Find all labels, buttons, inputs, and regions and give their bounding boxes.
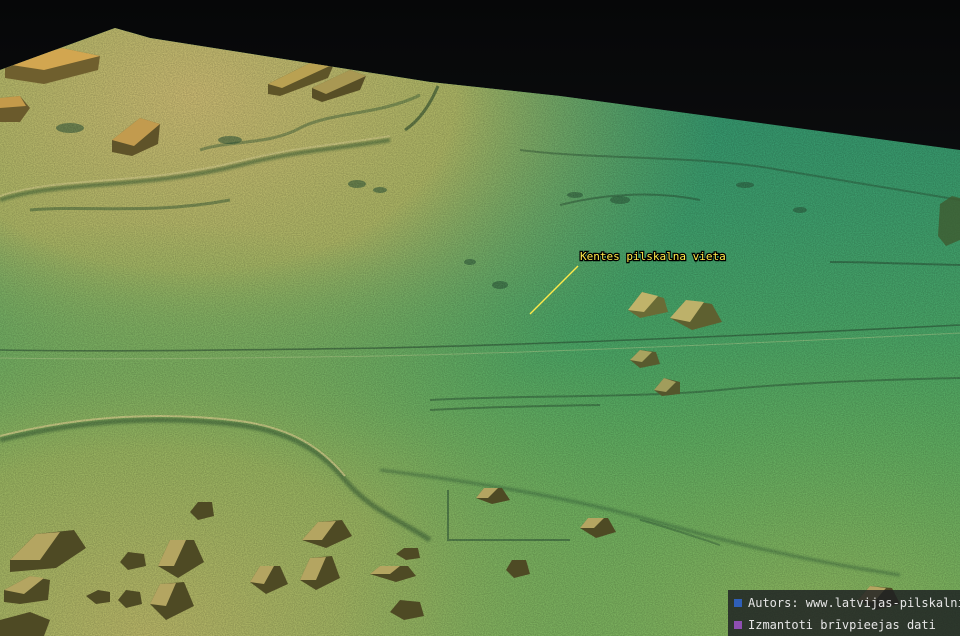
attribution-author: Autors: www.latvijas-pilskalni.lv [728,592,960,614]
author-text: Autors: www.latvijas-pilskalni.lv [748,596,960,610]
attribution-panel: Autors: www.latvijas-pilskalni.lv Izmant… [728,590,960,636]
site-label: Kentes pilskalna vieta [580,250,726,263]
lidar-terrain-view[interactable]: Kentes pilskalna vieta Autors: www.latvi… [0,0,960,636]
terrain-relief[interactable]: Kentes pilskalna vieta [0,0,960,636]
author-swatch [734,599,742,607]
attribution-data-source: Izmantoti brīvpieejas dati [728,614,960,636]
data-source-swatch [734,621,742,629]
data-source-text: Izmantoti brīvpieejas dati [748,618,936,632]
